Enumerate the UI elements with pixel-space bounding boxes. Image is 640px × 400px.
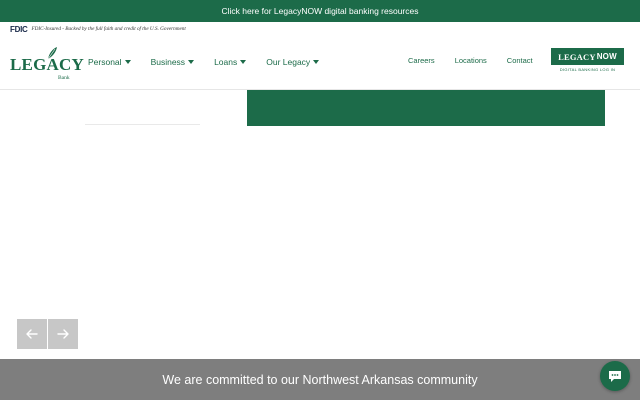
fdic-notice: FDIC FDIC-Insured - Backed by the full f…	[10, 24, 186, 34]
nav-personal[interactable]: Personal	[88, 57, 131, 67]
chat-button[interactable]	[600, 361, 630, 391]
nav-our-legacy-label: Our Legacy	[266, 57, 311, 67]
fdic-logo: FDIC	[10, 24, 28, 34]
legacynow-login-button[interactable]: LEGACY NOW DIGITAL BANKING LOG IN	[551, 48, 624, 75]
nav-our-legacy[interactable]: Our Legacy	[266, 57, 320, 67]
divider	[85, 124, 200, 125]
community-text: We are committed to our Northwest Arkans…	[162, 372, 478, 387]
caret-down-icon	[124, 60, 131, 64]
arrow-right-icon	[57, 329, 69, 339]
legacynow-now: NOW	[596, 52, 617, 61]
page: Click here for LegacyNOW digital banking…	[0, 0, 640, 400]
community-banner: We are committed to our Northwest Arkans…	[0, 359, 640, 400]
slider-controls	[17, 319, 78, 349]
nav-contact[interactable]: Contact	[507, 56, 533, 65]
arrow-left-icon	[26, 329, 38, 339]
caret-down-icon	[313, 60, 320, 64]
chat-bubble-icon	[609, 370, 621, 382]
caret-down-icon	[240, 60, 247, 64]
top-banner-text: Click here for LegacyNOW digital banking…	[221, 6, 419, 16]
slider-prev-button[interactable]	[17, 319, 47, 349]
logo-subtext: Bank	[58, 75, 70, 81]
legacynow-logo: LEGACY NOW	[551, 48, 624, 65]
legacy-bank-logo[interactable]: LEGACY Bank	[10, 46, 84, 82]
utility-navigation: Careers Locations Contact	[408, 56, 533, 65]
logo-wordmark: LEGACY	[10, 55, 84, 74]
nav-locations[interactable]: Locations	[455, 56, 487, 65]
site-header: LEGACY Bank Personal Business Loans Our …	[0, 38, 640, 90]
nav-careers[interactable]: Careers	[408, 56, 435, 65]
legacynow-subtext: DIGITAL BANKING LOG IN	[559, 67, 616, 72]
nav-loans[interactable]: Loans	[214, 57, 247, 67]
fdic-text: FDIC-Insured - Backed by the full faith …	[31, 26, 186, 32]
slider-next-button[interactable]	[48, 319, 78, 349]
top-banner-link[interactable]: Click here for LegacyNOW digital banking…	[0, 0, 640, 22]
nav-business[interactable]: Business	[151, 57, 195, 67]
main-navigation: Personal Business Loans Our Legacy	[88, 57, 320, 67]
caret-down-icon	[188, 60, 195, 64]
hero-panel	[247, 90, 605, 126]
nav-business-label: Business	[150, 57, 186, 67]
nav-loans-label: Loans	[214, 57, 238, 67]
legacynow-word: LEGACY	[558, 51, 596, 62]
nav-personal-label: Personal	[88, 57, 122, 67]
